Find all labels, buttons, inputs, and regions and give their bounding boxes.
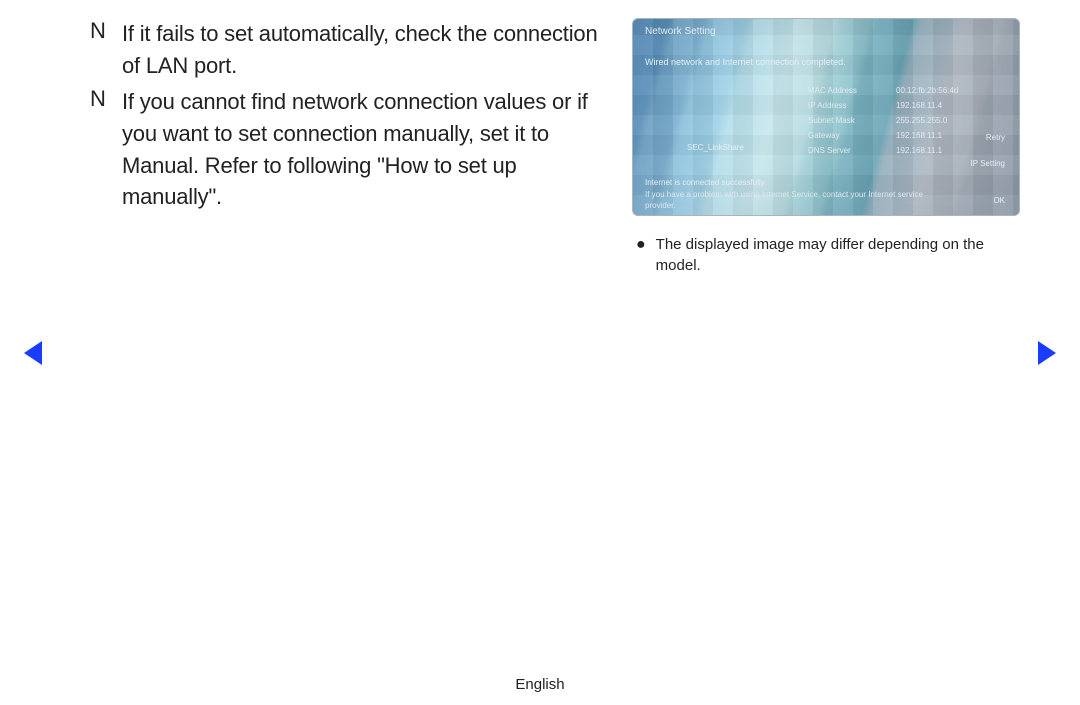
prev-page-button[interactable] [22,340,44,371]
screenshot-ok-button: OK [993,196,1005,205]
note-marker: N [90,86,122,214]
next-page-button[interactable] [1036,340,1058,371]
caption-text: The displayed image may differ depending… [656,234,1020,276]
triangle-left-icon [22,340,44,366]
screenshot-linkshare: SEC_LinkShare [687,143,744,152]
note-item: N If you cannot find network connection … [90,86,612,214]
screenshot-caption: ● The displayed image may differ dependi… [632,234,1020,276]
screenshot-retry-button: Retry [986,133,1005,142]
note-marker: N [90,18,122,82]
note-text: If you cannot find network connection va… [122,86,612,214]
table-row: IP Address 192.168.11.4 [808,98,986,113]
instruction-text: N If it fails to set automatically, chec… [90,18,612,276]
table-row: DNS Server 192.168.11.1 [808,143,986,158]
note-text: If it fails to set automatically, check … [122,18,612,82]
screenshot-ipsetting-button: IP Setting [970,159,1005,168]
table-row: Gateway 192.168.11.1 [808,128,986,143]
table-row: Subnet Mask 255.255.255.0 [808,113,986,128]
screenshot-status-text: Internet is connected successfully. [645,178,766,187]
screenshot-subtitle: Wired network and Internet connection co… [645,57,846,67]
network-setting-screenshot: Network Setting Wired network and Intern… [632,18,1020,216]
note-item: N If it fails to set automatically, chec… [90,18,612,82]
table-row: MAC Address 00:12:fb:2b:56:4d [808,83,986,98]
screenshot-help-text: If you have a problem with using Interne… [645,190,923,199]
screenshot-network-table: MAC Address 00:12:fb:2b:56:4d IP Address… [808,83,986,158]
bullet-icon: ● [636,234,646,276]
triangle-right-icon [1036,340,1058,366]
language-label: English [0,676,1080,693]
screenshot-help-text: provider. [645,201,676,210]
screenshot-title: Network Setting [645,26,716,37]
